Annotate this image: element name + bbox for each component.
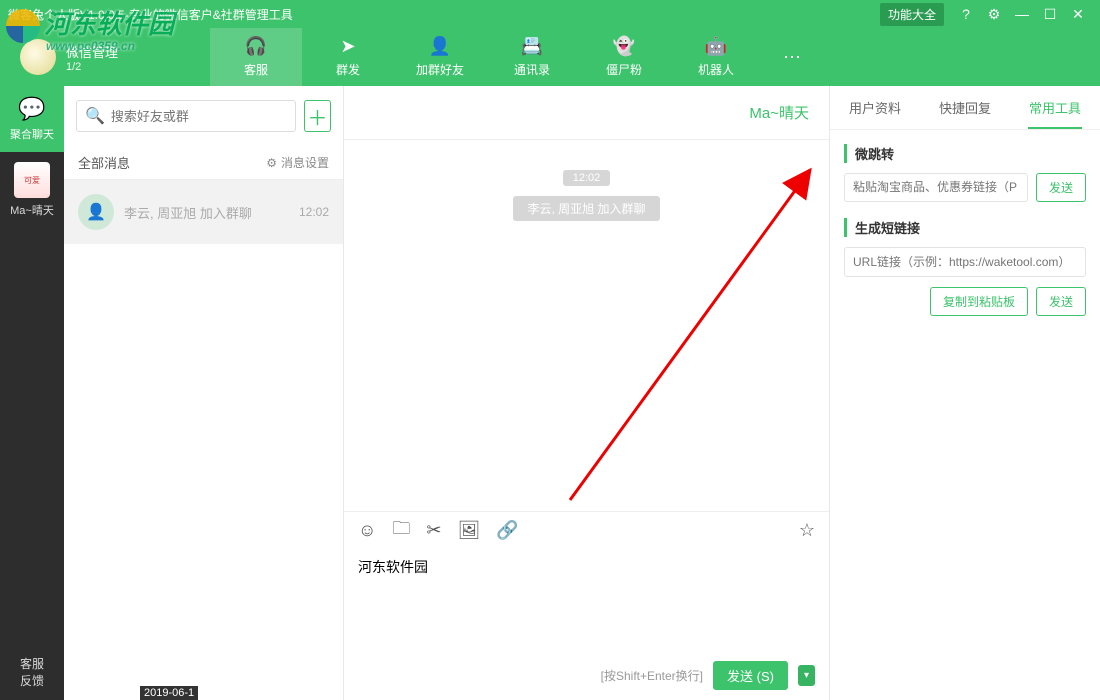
search-input[interactable] bbox=[111, 109, 287, 124]
conv-preview: 李云, 周亚旭 加入群聊 bbox=[124, 203, 299, 222]
headset-icon: 🎧 bbox=[245, 36, 267, 57]
gear-icon: ⚙ bbox=[266, 156, 277, 170]
chat-hint: [按Shift+Enter换行] bbox=[601, 667, 703, 684]
avatar-thumb: 可爱 bbox=[14, 162, 50, 198]
add-button[interactable]: ＋ bbox=[304, 100, 331, 132]
chat-bubble-icon: 💬 bbox=[0, 96, 64, 122]
conv-time: 12:02 bbox=[299, 205, 329, 219]
nav-tab-jiqiren[interactable]: 🤖机器人 bbox=[670, 28, 762, 86]
send-dropdown[interactable]: ▾ bbox=[798, 665, 815, 686]
emoji-icon[interactable]: ☺ bbox=[358, 520, 376, 541]
folder-icon[interactable]: 🗀 bbox=[392, 516, 410, 546]
nav-bar: 微信管理 1/2 🎧客服 ➤群发 👤加群好友 📇通讯录 👻僵尸粉 🤖机器人 ⋯ bbox=[0, 28, 1100, 86]
sidebar-feedback[interactable]: 客服 反馈 bbox=[20, 646, 44, 700]
right-tabs: 用户资料 快捷回复 常用工具 bbox=[830, 86, 1100, 130]
chat-header: Ma~晴天 bbox=[344, 86, 829, 140]
app-title: 微客兔个人版V1.0.0.5-专业的微信客户&社群管理工具 bbox=[8, 6, 880, 23]
right-panel: 用户资料 快捷回复 常用工具 微跳转 发送 生成短链接 复制到粘贴板 发送 bbox=[830, 86, 1100, 700]
chat-title: Ma~晴天 bbox=[749, 102, 809, 123]
chat-column: Ma~晴天 12:02 李云, 周亚旭 加入群聊 ☺ 🗀 ✂ 🖼 🔗 ☆ [按S… bbox=[344, 86, 830, 700]
nav-tab-kefu[interactable]: 🎧客服 bbox=[210, 28, 302, 86]
sidebar-item-juhe[interactable]: 💬 聚合聊天 bbox=[0, 86, 64, 152]
image-icon[interactable]: 🖼 bbox=[457, 520, 480, 541]
copy-clipboard-button[interactable]: 复制到粘贴板 bbox=[930, 287, 1028, 316]
sidebar: 💬 聚合聊天 可爱 Ma~晴天 客服 反馈 bbox=[0, 86, 64, 700]
weitiaozhuan-send-button[interactable]: 发送 bbox=[1036, 173, 1086, 202]
search-input-wrap[interactable]: 🔍 bbox=[76, 100, 296, 132]
send-icon: ➤ bbox=[340, 36, 355, 57]
nav-more-icon[interactable]: ⋯ bbox=[762, 47, 822, 68]
conversation-column: 🔍 ＋ 全部消息 ⚙消息设置 👤 李云, 周亚旭 加入群聊 12:02 bbox=[64, 86, 344, 700]
right-body: 微跳转 发送 生成短链接 复制到粘贴板 发送 bbox=[830, 130, 1100, 330]
chat-textarea[interactable] bbox=[358, 557, 815, 627]
weitiaozhuan-input[interactable] bbox=[844, 173, 1028, 202]
help-icon[interactable]: ? bbox=[952, 6, 980, 22]
maximize-icon[interactable]: ☐ bbox=[1036, 6, 1064, 23]
account-avatar bbox=[20, 39, 56, 75]
link-icon[interactable]: 🔗 bbox=[496, 520, 518, 541]
robot-icon: 🤖 bbox=[705, 36, 727, 57]
settings-icon[interactable]: ⚙ bbox=[980, 6, 1008, 23]
add-friend-icon: 👤 bbox=[429, 36, 451, 57]
shortlink-input[interactable] bbox=[844, 247, 1086, 277]
section-weitiaozhuan-title: 微跳转 bbox=[844, 144, 1086, 163]
nav-tab-tongxunlu[interactable]: 📇通讯录 bbox=[486, 28, 578, 86]
title-bar: 微客兔个人版V1.0.0.5-专业的微信客户&社群管理工具 功能大全 ? ⚙ —… bbox=[0, 0, 1100, 28]
zombie-icon: 👻 bbox=[613, 36, 635, 57]
nav-account[interactable]: 微信管理 1/2 bbox=[0, 39, 210, 75]
chat-toolbar: ☺ 🗀 ✂ 🖼 🔗 ☆ bbox=[344, 511, 829, 549]
nav-tab-jiangshifen[interactable]: 👻僵尸粉 bbox=[578, 28, 670, 86]
section-shortlink-title: 生成短链接 bbox=[844, 218, 1086, 237]
message-settings[interactable]: ⚙消息设置 bbox=[266, 154, 329, 171]
main: 💬 聚合聊天 可爱 Ma~晴天 客服 反馈 🔍 ＋ 全部消息 ⚙消息设置 👤 李… bbox=[0, 86, 1100, 700]
features-button[interactable]: 功能大全 bbox=[880, 3, 944, 26]
chat-system-message: 李云, 周亚旭 加入群聊 bbox=[513, 196, 659, 221]
contacts-icon: 📇 bbox=[521, 36, 543, 57]
close-icon[interactable]: ✕ bbox=[1064, 6, 1092, 23]
nav-tab-qunfa[interactable]: ➤群发 bbox=[302, 28, 394, 86]
conversation-item[interactable]: 👤 李云, 周亚旭 加入群聊 12:02 bbox=[64, 180, 343, 244]
rtab-quick-reply[interactable]: 快捷回复 bbox=[920, 86, 1010, 129]
nav-account-label: 微信管理 bbox=[66, 42, 118, 61]
shortlink-send-button[interactable]: 发送 bbox=[1036, 287, 1086, 316]
sidebar-item-qingtian[interactable]: 可爱 Ma~晴天 bbox=[0, 152, 64, 228]
minimize-icon[interactable]: — bbox=[1008, 6, 1036, 22]
nav-account-sub: 1/2 bbox=[66, 61, 118, 73]
footer-date: 2019-06-1 bbox=[140, 686, 198, 700]
rtab-user-info[interactable]: 用户资料 bbox=[830, 86, 920, 129]
conv-avatar: 👤 bbox=[78, 194, 114, 230]
filter-row: 全部消息 ⚙消息设置 bbox=[64, 146, 343, 180]
nav-tab-jiaqun[interactable]: 👤加群好友 bbox=[394, 28, 486, 86]
chat-input-area[interactable] bbox=[344, 549, 829, 661]
rtab-tools[interactable]: 常用工具 bbox=[1010, 86, 1100, 129]
chat-time-pill: 12:02 bbox=[563, 170, 611, 186]
send-button[interactable]: 发送 (S) bbox=[713, 661, 788, 690]
filter-all[interactable]: 全部消息 bbox=[78, 153, 130, 172]
cut-icon[interactable]: ✂ bbox=[426, 520, 441, 541]
star-icon[interactable]: ☆ bbox=[799, 520, 815, 541]
chat-body: 12:02 李云, 周亚旭 加入群聊 bbox=[344, 140, 829, 511]
chat-send-row: [按Shift+Enter换行] 发送 (S) ▾ bbox=[344, 661, 829, 700]
search-icon: 🔍 bbox=[85, 106, 105, 126]
